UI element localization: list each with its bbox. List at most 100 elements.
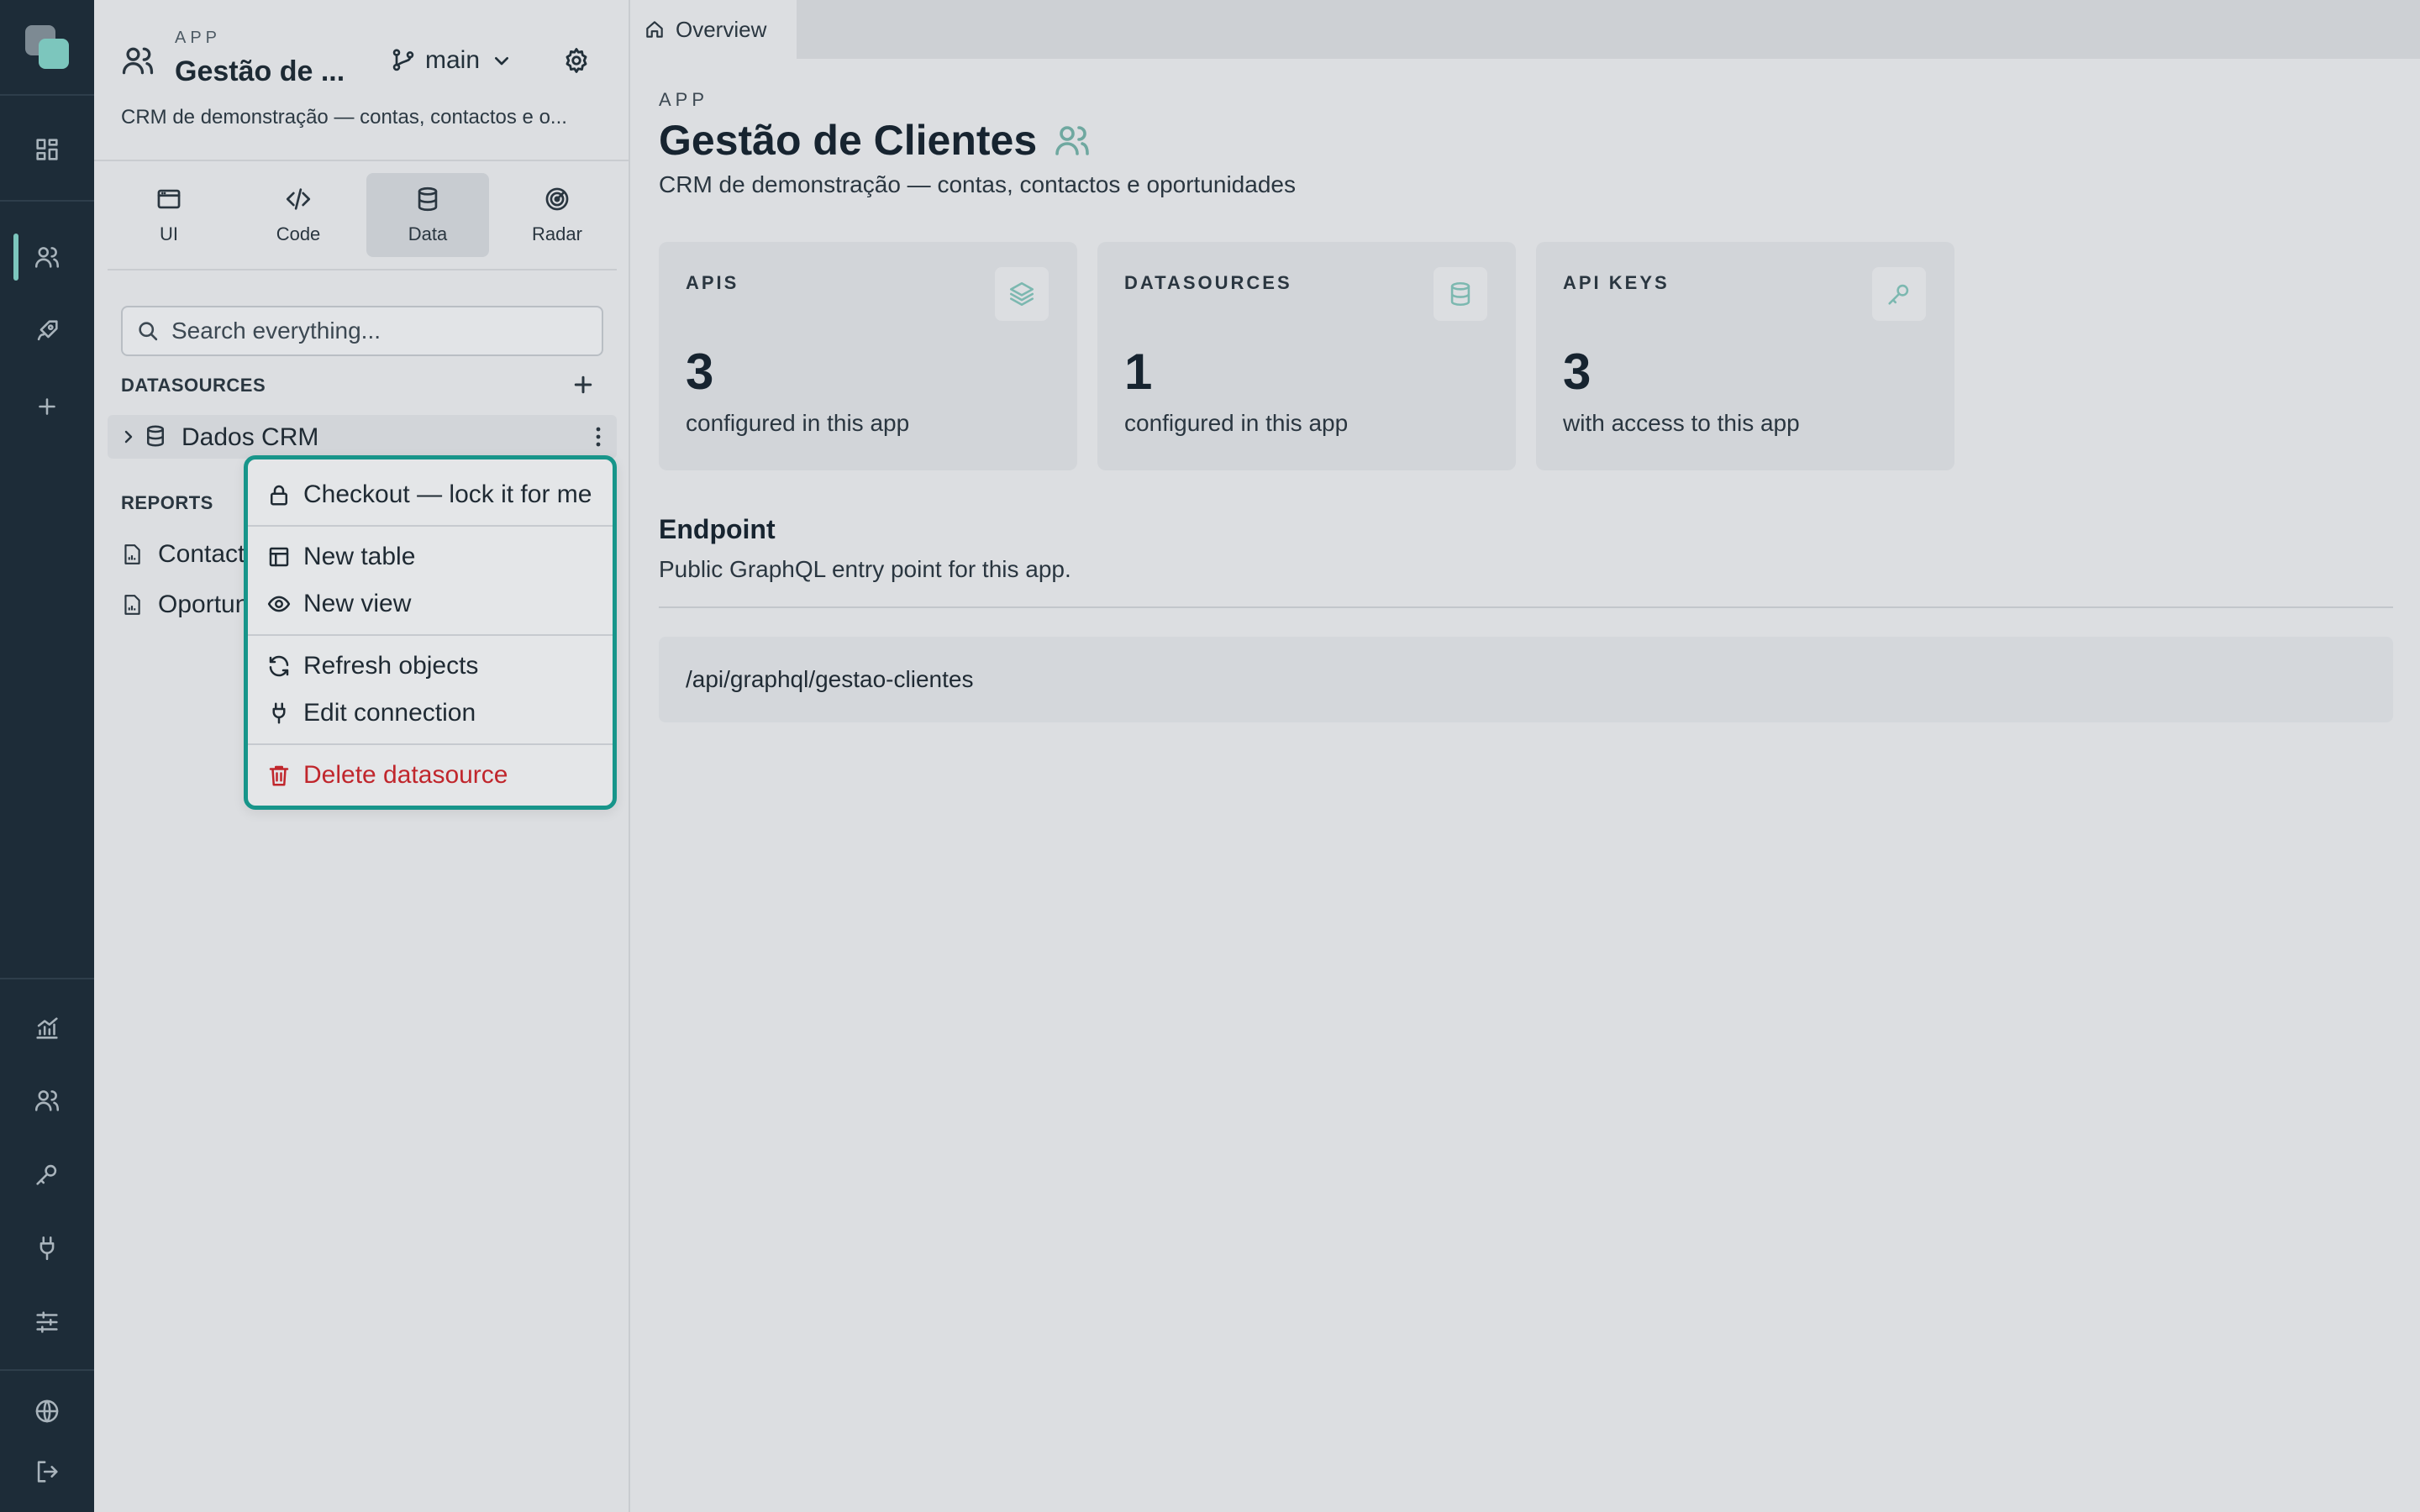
database-icon: [1434, 267, 1487, 321]
rail-divider: [0, 1369, 94, 1371]
rocket-icon[interactable]: [30, 314, 64, 348]
endpoint-heading: Endpoint: [659, 514, 776, 544]
page-title-text: Gestão de Clientes: [659, 117, 1038, 164]
analytics-icon[interactable]: [30, 1011, 64, 1045]
rail-divider: [0, 94, 94, 96]
tab-label: UI: [160, 223, 178, 244]
search-placeholder: Search everything...: [171, 318, 381, 344]
dashboard-icon[interactable]: [30, 133, 64, 166]
endpoint-path[interactable]: /api/graphql/gestao-clientes: [659, 637, 2393, 722]
menu-item-refresh[interactable]: Refresh objects: [266, 648, 478, 685]
window-icon: [157, 189, 181, 209]
datasource-row[interactable]: Dados CRM: [108, 415, 617, 459]
datasources-heading: DATASOURCES: [121, 375, 266, 396]
stat-card-api-keys[interactable]: API KEYS 3 with access to this app: [1536, 242, 1954, 470]
menu-divider: [248, 525, 613, 527]
tab-data[interactable]: Data: [366, 173, 489, 257]
tab-radar[interactable]: Radar: [496, 173, 618, 257]
menu-item-label: Edit connection: [303, 699, 476, 727]
tab-label: Overview: [676, 16, 767, 42]
more-options-icon[interactable]: [585, 422, 612, 452]
tab-code[interactable]: Code: [237, 173, 360, 257]
database-icon: [418, 186, 438, 212]
code-icon: [286, 188, 311, 210]
page-title: Gestão de Clientes: [659, 113, 1092, 168]
key-icon: [1872, 267, 1926, 321]
lock-icon: [271, 485, 287, 506]
panel-tabs: UI Code Data Radar: [108, 173, 617, 259]
card-value: 1: [1124, 344, 1153, 400]
menu-item-edit-connection[interactable]: Edit connection: [266, 695, 476, 732]
report-icon: [124, 595, 140, 615]
datasource-context-menu: Checkout — lock it for me New table New …: [244, 455, 617, 810]
app-logo[interactable]: [25, 25, 71, 71]
page-kicker: APP: [659, 89, 709, 110]
chevron-down-icon: [495, 57, 509, 66]
card-value: 3: [686, 344, 714, 400]
sliders-icon[interactable]: [30, 1305, 64, 1339]
main-content: Overview APP Gestão de Clientes CRM de d…: [630, 0, 2420, 1512]
menu-item-new-view[interactable]: New view: [266, 585, 411, 622]
card-caption: configured in this app: [686, 410, 910, 436]
branch-label: main: [425, 46, 481, 74]
menu-item-label: New view: [303, 590, 412, 617]
team-icon[interactable]: [30, 1084, 64, 1117]
branch-selector[interactable]: main: [390, 42, 515, 79]
rail-divider: [0, 978, 94, 979]
page-subtitle: CRM de demonstração — contas, contactos …: [659, 171, 1296, 197]
home-icon: [646, 21, 663, 38]
card-label: APIS: [686, 272, 739, 293]
stat-card-apis[interactable]: APIS 3 configured in this app: [659, 242, 1077, 470]
users-icon: [1055, 126, 1089, 155]
menu-item-label: Checkout — lock it for me: [303, 480, 592, 508]
reports-heading: REPORTS: [121, 492, 213, 513]
app-kicker: APP: [175, 29, 222, 47]
layers-icon: [995, 267, 1049, 321]
card-caption: configured in this app: [1124, 410, 1349, 436]
plug-icon: [272, 702, 286, 724]
menu-item-new-table[interactable]: New table: [266, 538, 415, 575]
tab-ui[interactable]: UI: [108, 173, 230, 257]
menu-item-checkout[interactable]: Checkout — lock it for me: [266, 476, 592, 513]
refresh-icon: [269, 655, 289, 677]
plus-icon[interactable]: [30, 390, 64, 423]
git-branch-icon: [392, 49, 414, 71]
plug-icon[interactable]: [30, 1231, 64, 1265]
tab-label: Data: [408, 223, 448, 244]
chevron-right-icon[interactable]: [119, 427, 138, 447]
rail-divider: [0, 200, 94, 202]
users-icon[interactable]: [30, 240, 64, 274]
menu-divider: [248, 743, 613, 745]
app-name: Gestão de ...: [175, 55, 345, 87]
icon-rail: [0, 0, 94, 1512]
endpoint-description: Public GraphQL entry point for this app.: [659, 556, 1071, 582]
eye-icon: [267, 596, 291, 612]
endpoint-divider: [659, 606, 2393, 608]
tab-label: Radar: [532, 223, 582, 244]
editor-tabbar: Overview: [630, 0, 2420, 59]
database-icon: [143, 423, 170, 450]
menu-item-label: Refresh objects: [303, 652, 479, 680]
gear-icon[interactable]: [558, 42, 595, 79]
add-datasource-button[interactable]: [568, 370, 598, 400]
plus-icon: [574, 375, 592, 394]
logout-icon[interactable]: [30, 1455, 64, 1488]
globe-icon[interactable]: [30, 1394, 64, 1428]
menu-divider: [248, 634, 613, 636]
search-input[interactable]: Search everything...: [121, 306, 603, 356]
card-caption: with access to this app: [1563, 410, 1800, 436]
table-icon: [269, 547, 289, 567]
card-label: API KEYS: [1563, 272, 1670, 293]
users-icon: [119, 42, 156, 79]
card-label: DATASOURCES: [1124, 272, 1292, 293]
trash-icon: [269, 765, 289, 786]
stat-card-datasources[interactable]: DATASOURCES 1 configured in this app: [1097, 242, 1516, 470]
tabs-divider: [108, 269, 617, 270]
app-description: CRM de demonstração — contas, contactos …: [121, 106, 567, 129]
tab-overview[interactable]: Overview: [630, 0, 797, 59]
menu-item-delete-datasource[interactable]: Delete datasource: [266, 757, 508, 794]
key-icon[interactable]: [30, 1158, 64, 1191]
header-divider: [94, 160, 629, 161]
menu-item-label: Delete datasource: [303, 761, 508, 789]
menu-item-label: New table: [303, 543, 416, 570]
